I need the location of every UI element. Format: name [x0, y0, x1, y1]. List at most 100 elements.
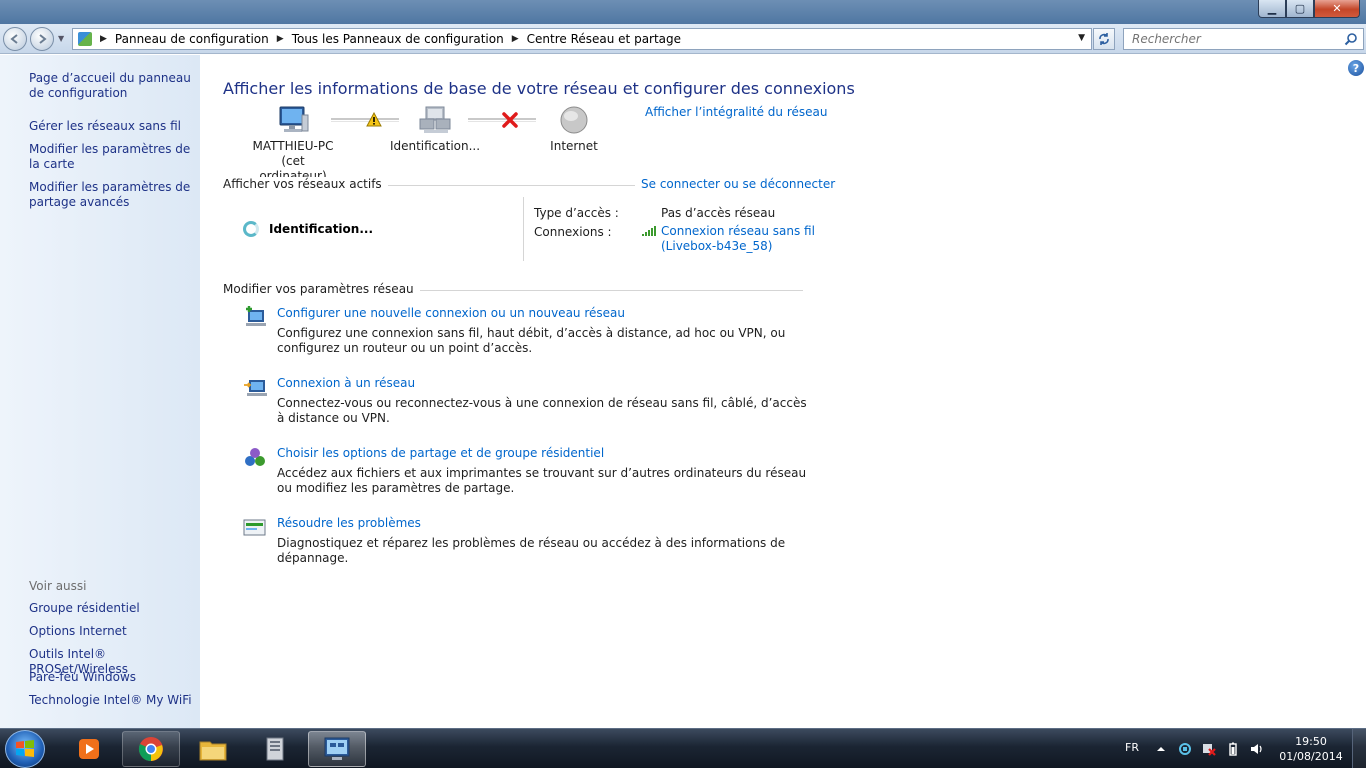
- task-link-new-connection[interactable]: Configurer une nouvelle connexion ou un …: [277, 306, 625, 320]
- taskbar-chrome[interactable]: [122, 731, 180, 767]
- search-input[interactable]: [1124, 29, 1334, 49]
- globe-icon: [560, 106, 588, 134]
- window-controls: ▁ ▢ ✕: [1258, 0, 1360, 18]
- wireless-connection-ssid: (Livebox-b43e_58): [661, 239, 773, 253]
- computer-icon: [279, 106, 309, 132]
- task-sharing-options: Choisir les options de partage et de gro…: [243, 446, 813, 496]
- refresh-button[interactable]: [1093, 28, 1115, 50]
- task-desc-sharing-options: Accédez aux fichiers et aux imprimantes …: [277, 466, 807, 495]
- intel-wireless-tray-icon[interactable]: [1178, 742, 1192, 756]
- sidebar-link-advanced-sharing[interactable]: Modifier les paramètres de partage avanc…: [29, 180, 194, 210]
- task-desc-new-connection: Configurez une connexion sans fil, haut …: [277, 326, 786, 355]
- wifi-signal-icon: [642, 226, 656, 236]
- sidebar-link-internet-options[interactable]: Options Internet: [29, 624, 194, 639]
- page-title: Afficher les informations de base de vot…: [223, 79, 855, 98]
- connect-network-icon: [244, 380, 267, 396]
- active-networks-title: Afficher vos réseaux actifs: [223, 177, 388, 191]
- chevron-right-icon[interactable]: ▶: [512, 34, 519, 44]
- error-x-icon[interactable]: [502, 112, 518, 128]
- maximize-button[interactable]: ▢: [1286, 0, 1314, 18]
- taskbar-control-panel[interactable]: [308, 731, 366, 767]
- chrome-icon: [138, 737, 163, 762]
- active-network-name: Identification...: [269, 222, 374, 236]
- show-hidden-icons-icon[interactable]: [1154, 742, 1168, 756]
- wireless-connection-name: Connexion réseau sans fil: [661, 224, 815, 238]
- task-link-connect-network[interactable]: Connexion à un réseau: [277, 376, 415, 390]
- network-node[interactable]: Identification...: [385, 105, 485, 154]
- taskbar-media-player[interactable]: [60, 731, 118, 767]
- access-type-value: Pas d’accès réseau: [661, 206, 776, 220]
- task-new-connection: Configurer une nouvelle connexion ou un …: [243, 306, 813, 356]
- windows-logo-icon: [16, 740, 34, 757]
- minimize-button[interactable]: ▁: [1258, 0, 1286, 18]
- control-panel-icon: [78, 32, 92, 46]
- language-indicator[interactable]: FR: [1125, 741, 1139, 754]
- sidebar-link-firewall[interactable]: Pare-feu Windows: [29, 670, 194, 685]
- busy-spinner-icon: [243, 221, 259, 237]
- forward-arrow-icon: [39, 34, 47, 44]
- network-center-icon: [324, 737, 350, 760]
- new-connection-icon: [246, 306, 266, 326]
- chevron-right-icon[interactable]: ▶: [277, 34, 284, 44]
- volume-icon[interactable]: [1250, 742, 1264, 756]
- breadcrumb-item-network-center[interactable]: Centre Réseau et partage: [527, 32, 681, 46]
- computer-name: MATTHIEU-PC: [252, 139, 334, 153]
- taskbar: FR 19:50 01/08/2014: [0, 728, 1366, 768]
- chevron-right-icon[interactable]: ▶: [100, 34, 107, 44]
- warning-icon[interactable]: [366, 112, 382, 127]
- troubleshoot-icon: [243, 519, 266, 536]
- breadcrumb-item-all-panels[interactable]: Tous les Panneaux de configuration: [292, 32, 504, 46]
- homegroup-sharing-icon: [245, 448, 265, 466]
- clock-time: 19:50: [1295, 735, 1327, 748]
- sidebar-link-control-panel-home[interactable]: Page d’accueil du panneau de configurati…: [29, 71, 194, 101]
- divider: [523, 197, 524, 261]
- internet-label: Internet: [550, 139, 598, 153]
- task-troubleshoot: Résoudre les problèmes Diagnostiquez et …: [243, 516, 813, 565]
- help-icon[interactable]: ?: [1348, 60, 1364, 76]
- forward-button[interactable]: [30, 27, 54, 51]
- wireless-connection-link[interactable]: Connexion réseau sans fil (Livebox-b43e_…: [661, 224, 815, 254]
- network-label: Identification...: [389, 139, 481, 153]
- start-button[interactable]: [5, 730, 45, 768]
- connect-disconnect-link[interactable]: Se connecter ou se déconnecter: [635, 177, 836, 191]
- see-also-title: Voir aussi: [29, 579, 87, 593]
- refresh-icon: [1099, 33, 1109, 45]
- battery-icon[interactable]: [1226, 742, 1240, 756]
- sidebar-link-adapter-settings[interactable]: Modifier les paramètres de la carte: [29, 142, 194, 172]
- internet-node[interactable]: Internet: [534, 105, 614, 154]
- full-map-link[interactable]: Afficher l’intégralité du réseau: [645, 105, 827, 119]
- task-link-sharing-options[interactable]: Choisir les options de partage et de gro…: [277, 446, 604, 460]
- folder-icon: [199, 741, 227, 761]
- network-icon: [419, 106, 451, 133]
- breadcrumb[interactable]: ▶ Panneau de configuration ▶ Tous les Pa…: [72, 28, 1092, 50]
- task-desc-troubleshoot: Diagnostiquez et réparez les problèmes d…: [277, 536, 786, 565]
- search-box: [1123, 28, 1364, 50]
- title-bar: ▁ ▢ ✕: [0, 0, 1366, 24]
- connections-label: Connexions :: [534, 225, 612, 239]
- back-arrow-icon: [10, 34, 18, 44]
- address-dropdown-icon[interactable]: ▼: [1078, 33, 1085, 43]
- search-icon[interactable]: [1344, 32, 1358, 46]
- recent-pages-dropdown[interactable]: ▼: [58, 34, 64, 43]
- main-content: ? Afficher les informations de base de v…: [200, 55, 1366, 728]
- back-button[interactable]: [3, 27, 27, 51]
- task-desc-connect-network: Connectez-vous ou reconnectez-vous à une…: [277, 396, 807, 425]
- settings-title: Modifier vos paramètres réseau: [223, 282, 420, 296]
- sidebar-link-manage-wireless[interactable]: Gérer les réseaux sans fil: [29, 119, 194, 134]
- task-connect-network: Connexion à un réseau Connectez-vous ou …: [243, 376, 813, 426]
- clock[interactable]: 19:50 01/08/2014: [1276, 734, 1346, 764]
- network-status-error-icon[interactable]: [1202, 742, 1216, 756]
- access-type-label: Type d’accès :: [534, 206, 619, 220]
- computer-node[interactable]: MATTHIEU-PC (cet ordinateur): [248, 105, 338, 184]
- sidebar: Page d’accueil du panneau de configurati…: [0, 55, 200, 728]
- show-desktop-button[interactable]: [1352, 729, 1366, 768]
- taskbar-app[interactable]: [246, 731, 304, 767]
- media-player-icon: [79, 739, 99, 759]
- close-button[interactable]: ✕: [1314, 0, 1360, 18]
- sidebar-link-homegroup[interactable]: Groupe résidentiel: [29, 601, 194, 616]
- sidebar-link-intel-my-wifi[interactable]: Technologie Intel® My WiFi: [29, 693, 194, 708]
- task-link-troubleshoot[interactable]: Résoudre les problèmes: [277, 516, 421, 530]
- breadcrumb-item-control-panel[interactable]: Panneau de configuration: [115, 32, 269, 46]
- taskbar-explorer[interactable]: [184, 731, 242, 767]
- address-bar: ▼ ▶ Panneau de configuration ▶ Tous les …: [0, 24, 1366, 54]
